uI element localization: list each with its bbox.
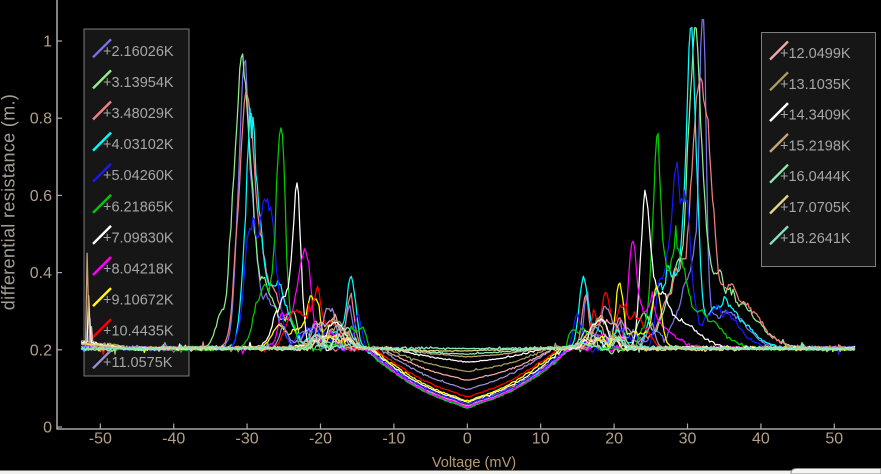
svg-text:+6.21865K: +6.21865K	[103, 199, 174, 215]
svg-text:0: 0	[43, 420, 52, 437]
svg-text:0.8: 0.8	[30, 111, 52, 128]
svg-text:-30: -30	[236, 431, 259, 448]
svg-text:30: 30	[679, 431, 697, 448]
svg-text:+4.03102K: +4.03102K	[103, 137, 174, 153]
svg-text:-50: -50	[89, 431, 112, 448]
svg-text:+11.0575K: +11.0575K	[103, 355, 173, 371]
svg-text:+7.09830K: +7.09830K	[103, 230, 174, 246]
svg-text:+15.2198K: +15.2198K	[780, 138, 851, 154]
svg-text:1: 1	[43, 34, 52, 51]
svg-text:Voltage (mV): Voltage (mV)	[432, 455, 516, 471]
svg-text:+9.10672K: +9.10672K	[103, 293, 174, 309]
svg-text:+17.0705K: +17.0705K	[780, 200, 851, 216]
svg-text:+3.48029K: +3.48029K	[103, 106, 174, 122]
svg-text:+10.4435K: +10.4435K	[103, 324, 174, 340]
svg-text:10: 10	[532, 431, 550, 448]
svg-text:+14.3409K: +14.3409K	[780, 108, 851, 124]
svg-text:+16.0444K: +16.0444K	[780, 169, 851, 185]
svg-text:+2.16026K: +2.16026K	[103, 44, 174, 60]
svg-text:0.2: 0.2	[30, 342, 52, 359]
svg-text:+3.13954K: +3.13954K	[103, 75, 174, 91]
svg-text:+18.2641K: +18.2641K	[780, 231, 851, 247]
svg-text:0: 0	[463, 431, 472, 448]
svg-text:+13.1035K: +13.1035K	[780, 77, 851, 93]
svg-text:0.6: 0.6	[30, 188, 52, 205]
svg-text:-20: -20	[309, 431, 332, 448]
svg-text:+5.04260K: +5.04260K	[103, 168, 174, 184]
svg-text:differential resistance (m.): differential resistance (m.)	[0, 94, 19, 311]
svg-text:-40: -40	[162, 431, 185, 448]
svg-text:20: 20	[605, 431, 623, 448]
svg-text:+12.0499K: +12.0499K	[780, 46, 851, 62]
svg-text:50: 50	[825, 431, 843, 448]
svg-text:0.4: 0.4	[30, 265, 52, 282]
svg-text:40: 40	[752, 431, 770, 448]
svg-text:+8.04218K: +8.04218K	[103, 262, 174, 278]
svg-text:-10: -10	[382, 431, 405, 448]
